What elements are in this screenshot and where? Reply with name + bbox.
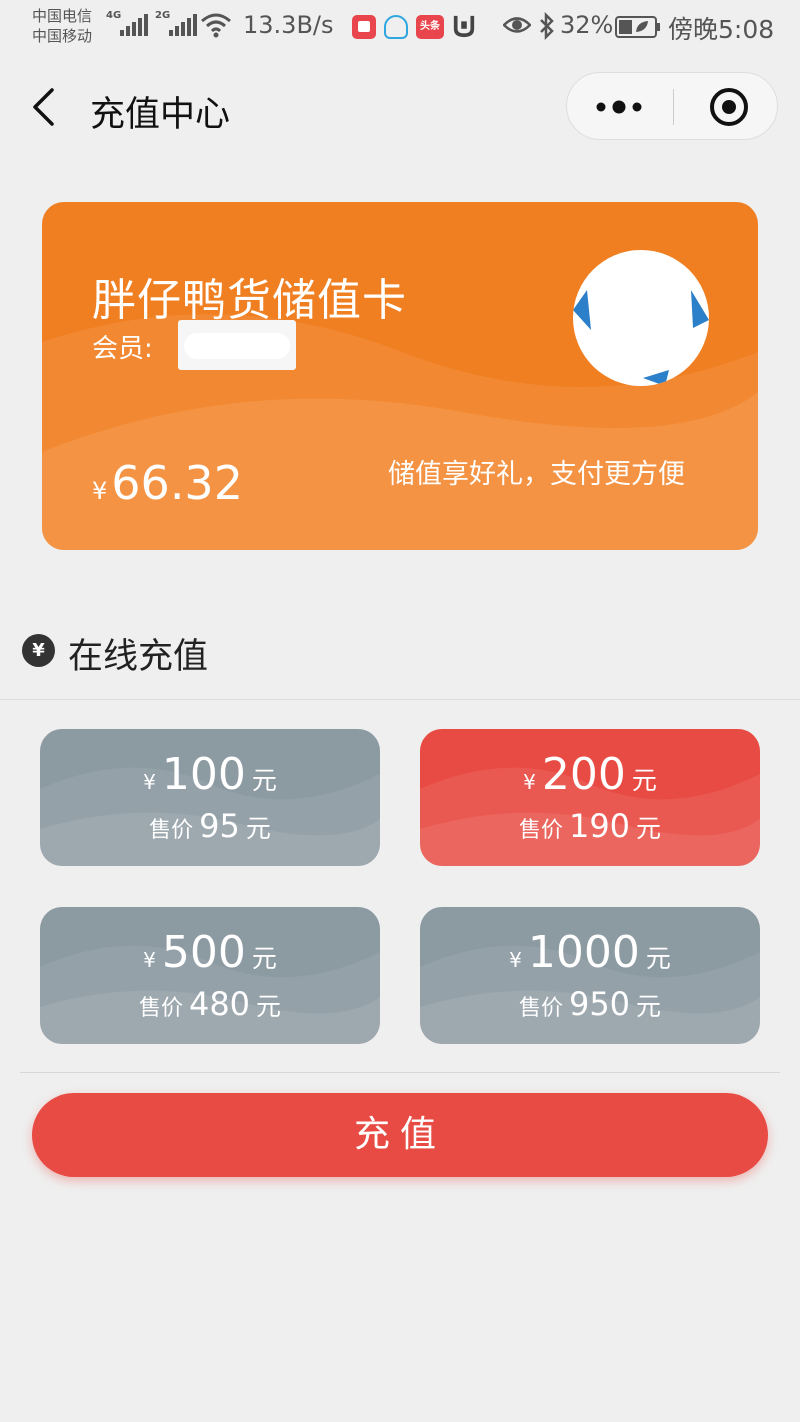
avatar-image: [573, 290, 709, 386]
price-unit: 元: [636, 814, 662, 843]
option-currency: ¥: [509, 948, 522, 972]
recharge-option-200[interactable]: ¥200 元 售价 190 元: [420, 729, 760, 866]
price-value: 95: [199, 807, 240, 845]
balance-value: 66.32: [111, 456, 243, 510]
card-slogan: 储值享好礼，支付更方便: [388, 459, 685, 490]
status-bar: 中国电信 中国移动 4G 2G 13.3B/s 头条 32% 傍晚5:08: [0, 0, 800, 56]
target-circle-icon: [710, 88, 748, 126]
carrier-info: 中国电信 中国移动: [32, 6, 92, 46]
signal-bars-icon: [120, 14, 148, 36]
option-currency: ¥: [143, 948, 156, 972]
more-menu-button[interactable]: [567, 73, 672, 139]
divider: [20, 1072, 780, 1073]
net-speed: 13.3B/s: [243, 11, 334, 39]
recharge-button[interactable]: 充值: [32, 1093, 768, 1177]
avatar: [573, 250, 709, 386]
toutiao-app-icon: 头条: [416, 15, 444, 39]
price-label: 售价: [518, 818, 563, 843]
option-unit: 元: [251, 944, 277, 973]
price-label: 售价: [138, 996, 183, 1021]
network-type-2: 2G: [155, 10, 171, 21]
reader-app-icon: [352, 15, 376, 39]
option-amount: 200: [541, 749, 626, 800]
bluetooth-icon: [540, 12, 554, 40]
back-arrow-icon[interactable]: [28, 86, 58, 128]
stored-value-card: 胖仔鸭货储值卡 会员: ¥66.32 储值享好礼，支付更方便: [42, 202, 758, 550]
carrier-2: 中国移动: [32, 27, 93, 45]
network-type-1: 4G: [106, 10, 122, 21]
option-unit: 元: [251, 766, 277, 795]
option-face-value: ¥500 元: [40, 927, 380, 978]
option-sale-price: 售价 950 元: [420, 985, 760, 1023]
option-sale-price: 售价 190 元: [420, 807, 760, 845]
price-unit: 元: [256, 992, 282, 1021]
price-unit: 元: [636, 992, 662, 1021]
option-amount: 100: [161, 749, 246, 800]
price-value: 950: [568, 985, 631, 1023]
option-face-value: ¥100 元: [40, 749, 380, 800]
option-sale-price: 售价 95 元: [40, 807, 380, 845]
battery-icon: [615, 16, 660, 38]
signal-bars-icon: [169, 14, 197, 36]
recharge-option-1000[interactable]: ¥1000 元 售价 950 元: [420, 907, 760, 1044]
recharge-option-500[interactable]: ¥500 元 售价 480 元: [40, 907, 380, 1044]
yen-icon: ¥: [22, 634, 55, 667]
option-currency: ¥: [143, 770, 156, 794]
option-amount: 500: [161, 927, 246, 978]
mini-program-capsule: [566, 72, 778, 140]
recharge-page: 中国电信 中国移动 4G 2G 13.3B/s 头条 32% 傍晚5:08 充值…: [0, 0, 800, 1422]
option-unit: 元: [631, 766, 657, 795]
price-value: 480: [188, 985, 251, 1023]
option-amount: 1000: [527, 927, 640, 978]
option-face-value: ¥1000 元: [420, 927, 760, 978]
eye-icon: [503, 17, 531, 33]
carrier-1: 中国电信: [32, 7, 93, 25]
option-unit: 元: [645, 944, 671, 973]
recharge-option-100[interactable]: ¥100 元 售价 95 元: [40, 729, 380, 866]
wifi-icon: [201, 13, 231, 38]
more-dots-icon: [596, 100, 642, 114]
price-unit: 元: [245, 814, 271, 843]
price-value: 190: [568, 807, 631, 845]
online-recharge-header: ¥ 在线充值: [0, 600, 800, 700]
option-face-value: ¥200 元: [420, 749, 760, 800]
member-label: 会员:: [92, 334, 153, 364]
clock: 傍晚5:08: [668, 15, 775, 44]
battery-percent: 32%: [560, 11, 614, 39]
notification-app-icon: [453, 15, 475, 38]
option-sale-price: 售价 480 元: [40, 985, 380, 1023]
price-label: 售价: [518, 996, 563, 1021]
close-mini-program-button[interactable]: [674, 73, 778, 139]
section-title: 在线充值: [68, 637, 209, 677]
price-label: 售价: [149, 818, 194, 843]
card-balance: ¥66.32: [92, 456, 243, 510]
title-bar: 充值中心: [0, 56, 800, 162]
card-name: 胖仔鸭货储值卡: [92, 275, 407, 326]
member-name-redacted: [178, 320, 296, 370]
balance-currency: ¥: [92, 477, 108, 505]
qq-app-icon: [384, 15, 408, 39]
page-title: 充值中心: [90, 95, 231, 135]
option-currency: ¥: [523, 770, 536, 794]
